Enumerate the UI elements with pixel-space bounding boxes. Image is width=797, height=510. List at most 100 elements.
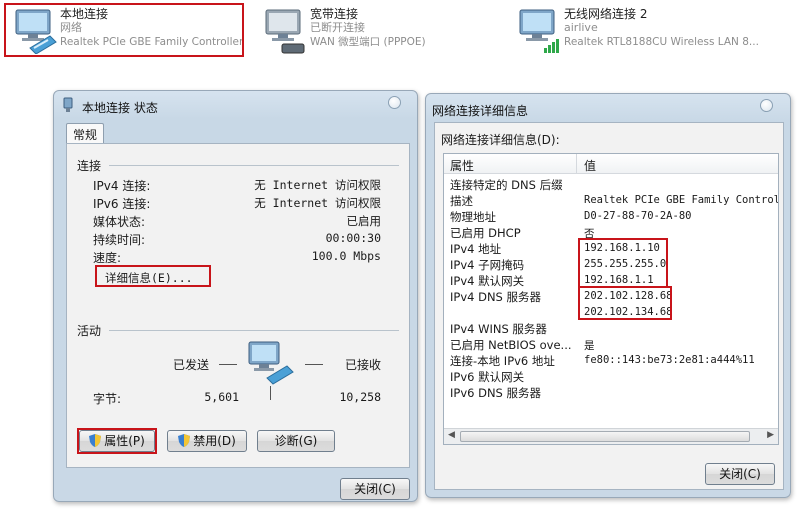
row-label: 速度: bbox=[93, 251, 122, 265]
uac-shield-icon bbox=[89, 434, 102, 447]
wireless-adapter-icon bbox=[519, 9, 559, 53]
row-label: 持续时间: bbox=[93, 233, 146, 247]
list-item[interactable]: IPv4 地址 192.168.1.10 bbox=[444, 240, 778, 256]
group-title-connection: 连接 bbox=[77, 159, 102, 173]
property-value: 是 bbox=[584, 340, 595, 352]
list-item[interactable]: IPv6 默认网关 bbox=[444, 368, 778, 384]
property-name: IPv4 DNS 服务器 bbox=[450, 290, 542, 304]
list-item[interactable]: 已启用 NetBIOS ove... 是 bbox=[444, 336, 778, 352]
scroll-left-icon[interactable]: ◀ bbox=[448, 430, 455, 440]
details-button[interactable]: 详细信息(E)... bbox=[105, 270, 193, 286]
window-title: 本地连接 状态 bbox=[82, 101, 158, 115]
bytes-received: 10,258 bbox=[339, 390, 381, 404]
general-panel: 连接 IPv4 连接: 无 Internet 访问权限 IPv6 连接: 无 I… bbox=[66, 143, 410, 468]
adapter-status: 已断开连接 bbox=[310, 21, 365, 34]
received-label: 已接收 bbox=[345, 358, 382, 372]
broadband-adapter-icon bbox=[265, 9, 305, 54]
property-name: IPv4 地址 bbox=[450, 242, 502, 256]
network-adapter-icon bbox=[15, 9, 57, 54]
adapter-broadband-connection[interactable]: 宽带连接 已断开连接 WAN 微型端口 (PPPOE) bbox=[254, 4, 464, 58]
close-button[interactable]: 关闭(C) bbox=[705, 463, 775, 485]
properties-button[interactable]: 属性(P) bbox=[79, 430, 155, 452]
adapter-device: WAN 微型端口 (PPPOE) bbox=[310, 36, 426, 48]
window-close-dot[interactable] bbox=[760, 99, 773, 112]
row-label: IPv4 连接: bbox=[93, 179, 151, 193]
adapter-device: Realtek PCIe GBE Family Controller bbox=[60, 36, 244, 48]
horizontal-scrollbar[interactable]: ◀ ▶ bbox=[444, 428, 778, 444]
property-value: 192.168.1.10 bbox=[584, 242, 660, 254]
list-item[interactable]: IPv4 默认网关 192.168.1.1 bbox=[444, 272, 778, 288]
property-name: 描述 bbox=[450, 194, 473, 208]
property-value: 192.168.1.1 bbox=[584, 274, 654, 286]
activity-line-right bbox=[305, 364, 323, 365]
list-item[interactable]: IPv6 DNS 服务器 bbox=[444, 384, 778, 400]
details-panel: 网络连接详细信息(D): 属性 值 连接特定的 DNS 后缀 描述 Realtek… bbox=[434, 122, 784, 490]
close-button[interactable]: 关闭(C) bbox=[340, 478, 410, 500]
tab-general[interactable]: 常规 bbox=[66, 123, 105, 143]
property-name: IPv4 WINS 服务器 bbox=[450, 322, 547, 336]
column-header-property[interactable]: 属性 bbox=[450, 157, 474, 174]
property-value: 否 bbox=[584, 228, 595, 240]
list-header: 属性 值 bbox=[444, 154, 778, 174]
adapter-name: 无线网络连接 2 bbox=[564, 7, 648, 21]
list-item[interactable]: 202.102.134.68 bbox=[444, 304, 778, 320]
adapter-device: Realtek RTL8188CU Wireless LAN 8... bbox=[564, 36, 759, 48]
bytes-sent: 5,601 bbox=[204, 390, 239, 404]
details-list-label: 网络连接详细信息(D): bbox=[441, 133, 560, 147]
bytes-label: 字节: bbox=[93, 392, 122, 406]
activity-line-left bbox=[219, 364, 237, 365]
divider bbox=[109, 330, 399, 331]
column-header-value[interactable]: 值 bbox=[584, 157, 596, 174]
column-separator bbox=[576, 154, 577, 174]
list-item[interactable]: IPv4 WINS 服务器 bbox=[444, 320, 778, 336]
list-item[interactable]: 物理地址 D0-27-88-70-2A-80 bbox=[444, 208, 778, 224]
list-item[interactable]: 连接-本地 IPv6 地址 fe80::143:be73:2e81:a444%11 bbox=[444, 352, 778, 368]
adapter-wireless-connection[interactable]: 无线网络连接 2 airlive Realtek RTL8188CU Wirel… bbox=[508, 4, 793, 58]
row-value: 无 Internet 访问权限 bbox=[254, 196, 381, 210]
row-value: 00:00:30 bbox=[325, 231, 381, 245]
details-list[interactable]: 属性 值 连接特定的 DNS 后缀 描述 Realtek PCIe GBE Fam… bbox=[443, 153, 779, 445]
activity-divider bbox=[270, 386, 271, 400]
sent-label: 已发送 bbox=[173, 358, 210, 372]
property-value: 202.102.128.68 bbox=[584, 290, 673, 302]
row-label: IPv6 连接: bbox=[93, 197, 151, 211]
properties-button-label: 属性(P) bbox=[104, 434, 145, 448]
row-value: 已启用 bbox=[346, 214, 382, 228]
activity-network-icon bbox=[248, 341, 294, 385]
divider bbox=[109, 165, 399, 166]
adapter-name: 本地连接 bbox=[60, 7, 109, 21]
window-title: 网络连接详细信息 bbox=[432, 104, 529, 118]
window-close-dot[interactable] bbox=[388, 96, 401, 109]
list-item[interactable]: IPv4 DNS 服务器 202.102.128.68 bbox=[444, 288, 778, 304]
property-name: IPv4 默认网关 bbox=[450, 274, 525, 288]
disable-button[interactable]: 禁用(D) bbox=[167, 430, 247, 452]
network-connection-details-window: 网络连接详细信息 网络连接详细信息(D): 属性 值 连接特定的 DNS 后缀 … bbox=[425, 93, 791, 498]
connection-status-icon bbox=[63, 97, 73, 112]
list-item[interactable]: IPv4 子网掩码 255.255.255.0 bbox=[444, 256, 778, 272]
property-value: fe80::143:be73:2e81:a444%11 bbox=[584, 354, 755, 366]
list-item[interactable]: 连接特定的 DNS 后缀 bbox=[444, 176, 778, 192]
property-value: 202.102.134.68 bbox=[584, 306, 673, 318]
adapter-status: 网络 bbox=[60, 21, 82, 34]
scroll-right-icon[interactable]: ▶ bbox=[767, 430, 774, 440]
row-label: 媒体状态: bbox=[93, 215, 146, 229]
local-connection-status-window: 本地连接 状态 常规 连接 IPv4 连接: 无 Internet 访问权限 I… bbox=[53, 90, 418, 502]
property-name: IPv6 DNS 服务器 bbox=[450, 386, 542, 400]
property-value: D0-27-88-70-2A-80 bbox=[584, 210, 692, 222]
row-value: 100.0 Mbps bbox=[311, 249, 381, 263]
property-name: 连接特定的 DNS 后缀 bbox=[450, 178, 563, 192]
adapter-status: airlive bbox=[564, 21, 598, 34]
scrollbar-thumb[interactable] bbox=[460, 431, 750, 442]
property-name: 已启用 NetBIOS ove... bbox=[450, 338, 572, 352]
property-value: 255.255.255.0 bbox=[584, 258, 667, 270]
adapter-name: 宽带连接 bbox=[310, 7, 359, 21]
row-value: 无 Internet 访问权限 bbox=[254, 178, 381, 192]
adapter-local-connection[interactable]: 本地连接 网络 Realtek PCIe GBE Family Controll… bbox=[4, 4, 244, 58]
property-name: 连接-本地 IPv6 地址 bbox=[450, 354, 555, 368]
diagnose-button[interactable]: 诊断(G) bbox=[257, 430, 335, 452]
list-item[interactable]: 已启用 DHCP 否 bbox=[444, 224, 778, 240]
disable-button-label: 禁用(D) bbox=[193, 434, 236, 448]
property-name: IPv6 默认网关 bbox=[450, 370, 525, 384]
list-item[interactable]: 描述 Realtek PCIe GBE Family Controlle bbox=[444, 192, 778, 208]
property-name: IPv4 子网掩码 bbox=[450, 258, 525, 272]
